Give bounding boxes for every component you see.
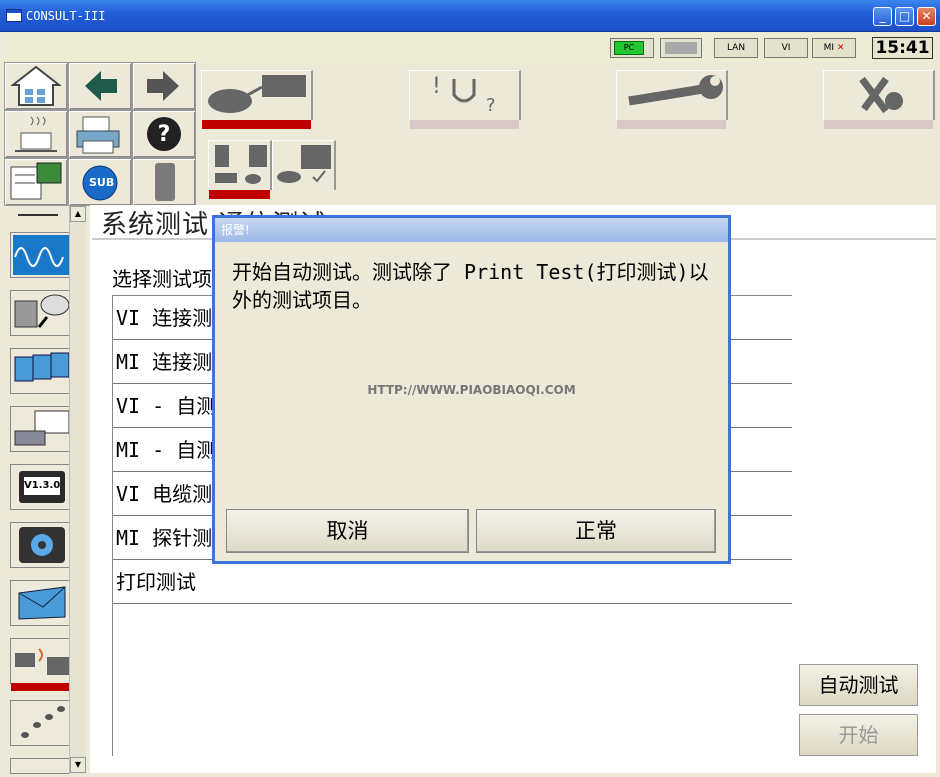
mi-indicator: MI ✕ <box>812 38 856 58</box>
active-sub-indicator <box>209 190 270 199</box>
version-label: V1.3.0 <box>24 477 60 495</box>
start-button[interactable]: 开始 <box>799 714 918 756</box>
svg-text:!: ! <box>432 74 441 99</box>
arrow-left-icon <box>85 71 117 101</box>
lan-indicator: LAN <box>714 38 758 58</box>
blank-tool-button[interactable] <box>132 158 196 206</box>
communication-test-button[interactable] <box>10 638 74 691</box>
sub-mode-confirm[interactable] <box>272 140 336 190</box>
ecu-arrow-icon <box>14 294 70 328</box>
blank-tool-icon <box>155 163 175 201</box>
ok-button[interactable]: 正常 <box>476 509 716 553</box>
active-indicator <box>202 120 311 129</box>
step-button[interactable] <box>10 700 74 746</box>
forward-button[interactable] <box>132 62 196 110</box>
pc-icon: PC <box>614 41 644 55</box>
home-icon <box>10 65 62 106</box>
window-title: CONSULT-III <box>26 9 106 23</box>
ecu-select-button[interactable] <box>10 290 74 336</box>
cancel-button[interactable]: 取消 <box>226 509 469 553</box>
footsteps-icon <box>21 706 65 738</box>
close-button[interactable]: ✕ <box>917 7 936 26</box>
mode-repair[interactable] <box>616 70 728 129</box>
pc-status-indicator: PC <box>610 38 654 58</box>
print-report-button[interactable] <box>10 406 74 452</box>
partial-bottom-button[interactable] <box>10 758 74 774</box>
alert-dialog: 报警! 开始自动测试。测试除了 Print Test(打印测试)以外的测试项目。… <box>212 215 731 564</box>
maximize-button[interactable]: □ <box>895 7 914 26</box>
arrow-right-icon <box>147 71 179 101</box>
home-button[interactable] <box>4 62 68 110</box>
mode-immediate-diagnosis[interactable] <box>201 70 313 129</box>
active-tool-indicator <box>11 683 73 691</box>
device-communication-icon <box>15 648 69 675</box>
vi-indicator: VI <box>764 38 808 58</box>
scroll-down-button[interactable]: ▼ <box>70 757 86 773</box>
device-icon: V1.3.0 <box>19 471 65 503</box>
mode-diagnosis[interactable]: ! ? <box>409 70 521 129</box>
printer-report-icon <box>14 410 70 446</box>
battery-indicator <box>660 38 702 58</box>
help-button[interactable]: ? <box>132 110 196 158</box>
back-button[interactable] <box>68 62 132 110</box>
dialog-message: 开始自动测试。测试除了 Print Test(打印测试)以外的测试项目。 <box>232 260 709 312</box>
vehicle-select-icon <box>215 145 267 184</box>
stethoscope-icon: ! ? <box>432 74 496 116</box>
vi-label: VI <box>781 43 791 53</box>
sub-label: SUB <box>89 176 115 189</box>
battery-icon <box>665 42 697 54</box>
screen-capture-icon <box>10 162 62 200</box>
version-info-button[interactable]: V1.3.0 <box>10 464 74 510</box>
dialog-title: 报警! <box>215 218 728 242</box>
list-item[interactable]: 打印测试 <box>113 560 792 604</box>
mail-button[interactable] <box>10 580 74 626</box>
title-bar: CONSULT-III _ □ ✕ <box>0 0 940 32</box>
help-icon: ? <box>147 117 181 151</box>
clock: 15:41 <box>872 37 933 59</box>
tool-strip-scrollbar[interactable]: ▲ ▼ <box>69 206 86 774</box>
envelope-icon <box>18 586 66 620</box>
scroll-up-button[interactable]: ▲ <box>70 206 86 222</box>
top-partial-icon <box>18 206 58 216</box>
folder-hand-icon <box>14 352 70 382</box>
data-monitor-button[interactable] <box>10 232 74 278</box>
coffee-cup-icon <box>15 116 57 152</box>
select-test-label: 选择测试项 <box>112 267 212 291</box>
wrench-icon <box>628 75 723 106</box>
sub-mode-vehicle-select[interactable] <box>208 140 272 199</box>
lan-label: LAN <box>726 43 746 53</box>
mi-label: MI <box>823 43 834 53</box>
status-bar: PC LAN VI MI ✕ 15:41 <box>4 33 936 62</box>
waveform-icon <box>13 235 71 275</box>
break-button[interactable] <box>4 110 68 158</box>
tools-icon <box>859 76 903 114</box>
car-connect-icon <box>208 75 306 113</box>
svg-text:?: ? <box>486 95 496 116</box>
gear-device-icon <box>19 527 65 563</box>
app-icon <box>6 9 22 22</box>
settings-button[interactable] <box>10 522 74 568</box>
svg-text:?: ? <box>158 122 171 147</box>
sub-mode-button[interactable]: SUB <box>68 158 132 206</box>
disconnected-icon: ✕ <box>836 43 845 53</box>
connect-check-icon <box>277 145 331 183</box>
screen-capture-button[interactable] <box>4 158 68 206</box>
file-browse-button[interactable] <box>10 348 74 394</box>
auto-test-button[interactable]: 自动测试 <box>799 664 918 706</box>
printer-icon <box>76 116 120 154</box>
print-button[interactable] <box>68 110 132 158</box>
minimize-button[interactable]: _ <box>873 7 892 26</box>
watermark: HTTP://WWW.PIAOBIAOQI.COM <box>367 383 576 397</box>
mode-maintenance[interactable] <box>823 70 935 129</box>
